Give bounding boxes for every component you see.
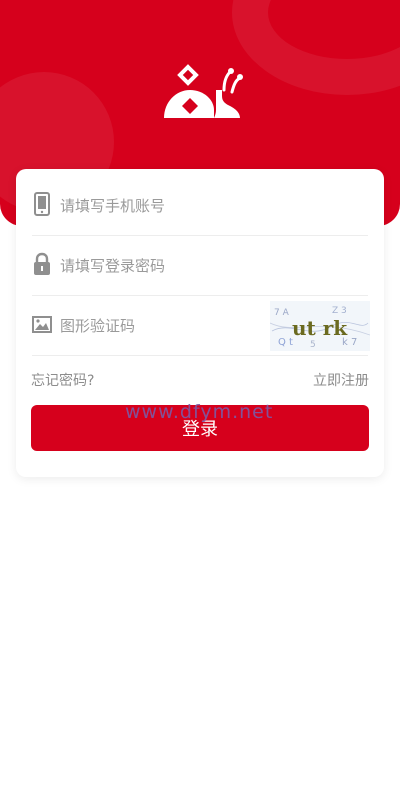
phone-row [32,176,368,236]
password-input[interactable] [60,236,260,296]
links-row: 忘记密码? 立即注册 [31,367,369,391]
svg-text:Z 3: Z 3 [332,306,347,316]
login-button[interactable]: 登录 [31,405,369,451]
svg-text:ut rk: ut rk [292,316,348,340]
phone-icon [34,192,50,216]
image-icon [32,316,52,333]
decor-ring [232,0,400,95]
svg-text:Q t: Q t [278,337,293,348]
phone-input[interactable] [60,176,260,236]
captcha-input[interactable] [60,296,260,356]
captcha-image[interactable]: 7 A Q t Z 3 k 7 5 ut rk [270,301,370,351]
snail-logo-icon [162,64,243,118]
forgot-password-link[interactable]: 忘记密码? [31,370,94,390]
login-card: 7 A Q t Z 3 k 7 5 ut rk 忘记密码? 立即注册 登录 [16,169,384,477]
password-row [32,236,368,296]
svg-text:7 A: 7 A [274,308,290,318]
captcha-row: 7 A Q t Z 3 k 7 5 ut rk [32,296,370,356]
register-link[interactable]: 立即注册 [313,370,369,390]
svg-text:5: 5 [310,340,316,350]
lock-icon [34,252,50,275]
